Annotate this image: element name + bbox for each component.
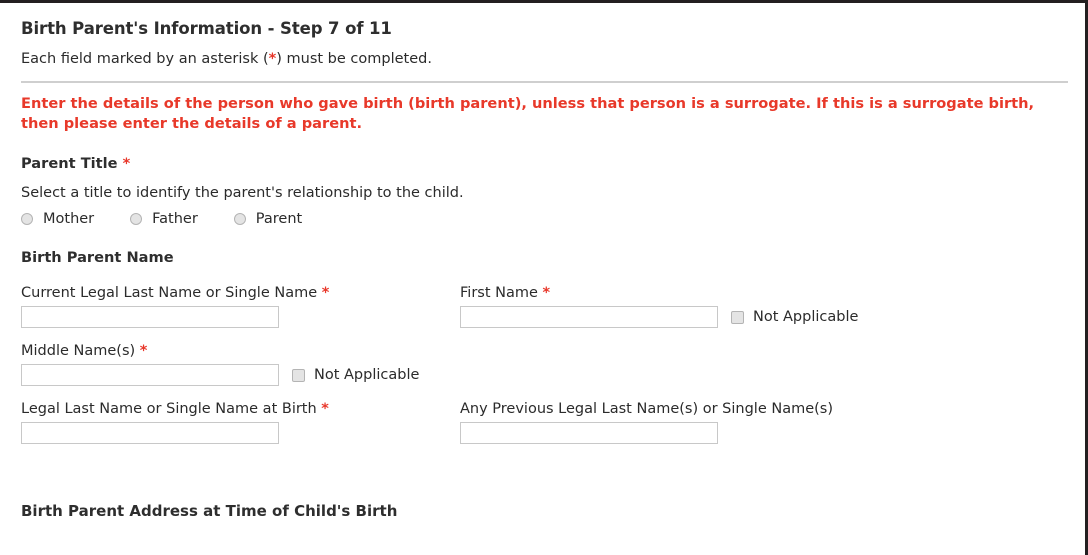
radio-icon-parent[interactable] bbox=[233, 213, 246, 225]
parent-title-radio-group: Mother Father Parent bbox=[21, 202, 1065, 227]
label-first-name: First Name * bbox=[460, 284, 1065, 302]
parent-title-helper-text: Select a title to identify the parent's … bbox=[21, 185, 464, 201]
input-middle-names[interactable] bbox=[21, 364, 279, 386]
field-group-middle-names: Middle Name(s) * Not Applicable bbox=[21, 342, 460, 386]
field-group-legal-last-name-at-birth: Legal Last Name or Single Name at Birth … bbox=[21, 400, 460, 444]
input-first-name[interactable] bbox=[460, 306, 718, 328]
label-middle-names: Middle Name(s) * bbox=[21, 342, 460, 360]
asterisk-instruction-prefix: Each field marked by an asterisk ( bbox=[21, 51, 269, 67]
checkbox-not-applicable-first-name[interactable]: Not Applicable bbox=[731, 309, 858, 325]
page-title: Birth Parent's Information - Step 7 of 1… bbox=[21, 19, 392, 38]
label-current-legal-last-name: Current Legal Last Name or Single Name * bbox=[21, 284, 460, 302]
address-section: Birth Parent Address at Time of Child's … bbox=[21, 458, 1065, 521]
birth-parent-name-heading: Birth Parent Name bbox=[21, 249, 174, 266]
radio-label-mother: Mother bbox=[43, 211, 95, 227]
radio-option-father[interactable]: Father bbox=[130, 211, 198, 227]
form-page: Birth Parent's Information - Step 7 of 1… bbox=[0, 0, 1088, 555]
label-text-current-legal-last-name: Current Legal Last Name or Single Name bbox=[21, 285, 318, 301]
surrogate-alert-text: Enter the details of the person who gave… bbox=[21, 95, 1035, 132]
checkbox-label-middle-names: Not Applicable bbox=[314, 367, 420, 383]
radio-label-father: Father bbox=[152, 211, 198, 227]
required-asterisk-first-name: * bbox=[542, 285, 551, 301]
label-text-previous-legal-last-names: Any Previous Legal Last Name(s) or Singl… bbox=[460, 401, 833, 417]
checkbox-icon-first-name[interactable] bbox=[731, 310, 744, 324]
label-text-middle-names: Middle Name(s) bbox=[21, 343, 136, 359]
input-line-legal-last-name-at-birth bbox=[21, 422, 460, 444]
name-fields-area: Current Legal Last Name or Single Name *… bbox=[21, 267, 1065, 444]
required-asterisk-middle-names: * bbox=[139, 343, 148, 359]
asterisk-instruction-suffix: ) must be completed. bbox=[276, 51, 432, 67]
label-text-legal-last-name-at-birth: Legal Last Name or Single Name at Birth bbox=[21, 401, 317, 417]
field-group-current-legal-last-name: Current Legal Last Name or Single Name * bbox=[21, 284, 460, 328]
checkbox-not-applicable-middle-names[interactable]: Not Applicable bbox=[292, 367, 419, 383]
input-line-previous-legal-last-names bbox=[460, 422, 1065, 444]
input-legal-last-name-at-birth[interactable] bbox=[21, 422, 279, 444]
label-legal-last-name-at-birth: Legal Last Name or Single Name at Birth … bbox=[21, 400, 460, 418]
input-previous-legal-last-names[interactable] bbox=[460, 422, 718, 444]
radio-icon-father[interactable] bbox=[130, 213, 143, 225]
field-row-last-and-first-name: Current Legal Last Name or Single Name *… bbox=[21, 284, 1065, 328]
input-line-first-name: Not Applicable bbox=[460, 306, 1065, 328]
form-content: Birth Parent's Information - Step 7 of 1… bbox=[0, 3, 1085, 521]
field-row-middle-names: Middle Name(s) * Not Applicable bbox=[21, 342, 1065, 386]
required-asterisk-current-legal-last-name: * bbox=[321, 285, 330, 301]
radio-option-mother[interactable]: Mother bbox=[21, 211, 94, 227]
checkbox-label-first-name: Not Applicable bbox=[753, 309, 859, 325]
parent-title-required-asterisk: * bbox=[122, 155, 131, 172]
input-line-current-legal-last-name bbox=[21, 306, 460, 328]
parent-title-label: Parent Title * bbox=[21, 133, 1065, 173]
asterisk-instruction: Each field marked by an asterisk (*) mus… bbox=[21, 39, 1065, 69]
field-group-previous-legal-last-names: Any Previous Legal Last Name(s) or Singl… bbox=[460, 400, 1065, 444]
field-row-birth-and-previous-names: Legal Last Name or Single Name at Birth … bbox=[21, 400, 1065, 444]
required-asterisk-legal-last-name-at-birth: * bbox=[321, 401, 329, 417]
radio-label-parent: Parent bbox=[255, 211, 303, 227]
parent-title-label-text: Parent Title bbox=[21, 155, 118, 172]
field-group-first-name: First Name * Not Applicable bbox=[460, 284, 1065, 328]
radio-icon-mother[interactable] bbox=[21, 213, 33, 225]
birth-parent-address-heading: Birth Parent Address at Time of Child's … bbox=[21, 502, 398, 520]
checkbox-icon-middle-names[interactable] bbox=[292, 368, 305, 382]
input-line-middle-names: Not Applicable bbox=[21, 364, 460, 386]
input-current-legal-last-name[interactable] bbox=[21, 306, 279, 328]
radio-option-parent[interactable]: Parent bbox=[233, 211, 303, 227]
label-previous-legal-last-names: Any Previous Legal Last Name(s) or Singl… bbox=[460, 400, 1065, 418]
label-text-first-name: First Name bbox=[460, 285, 538, 301]
